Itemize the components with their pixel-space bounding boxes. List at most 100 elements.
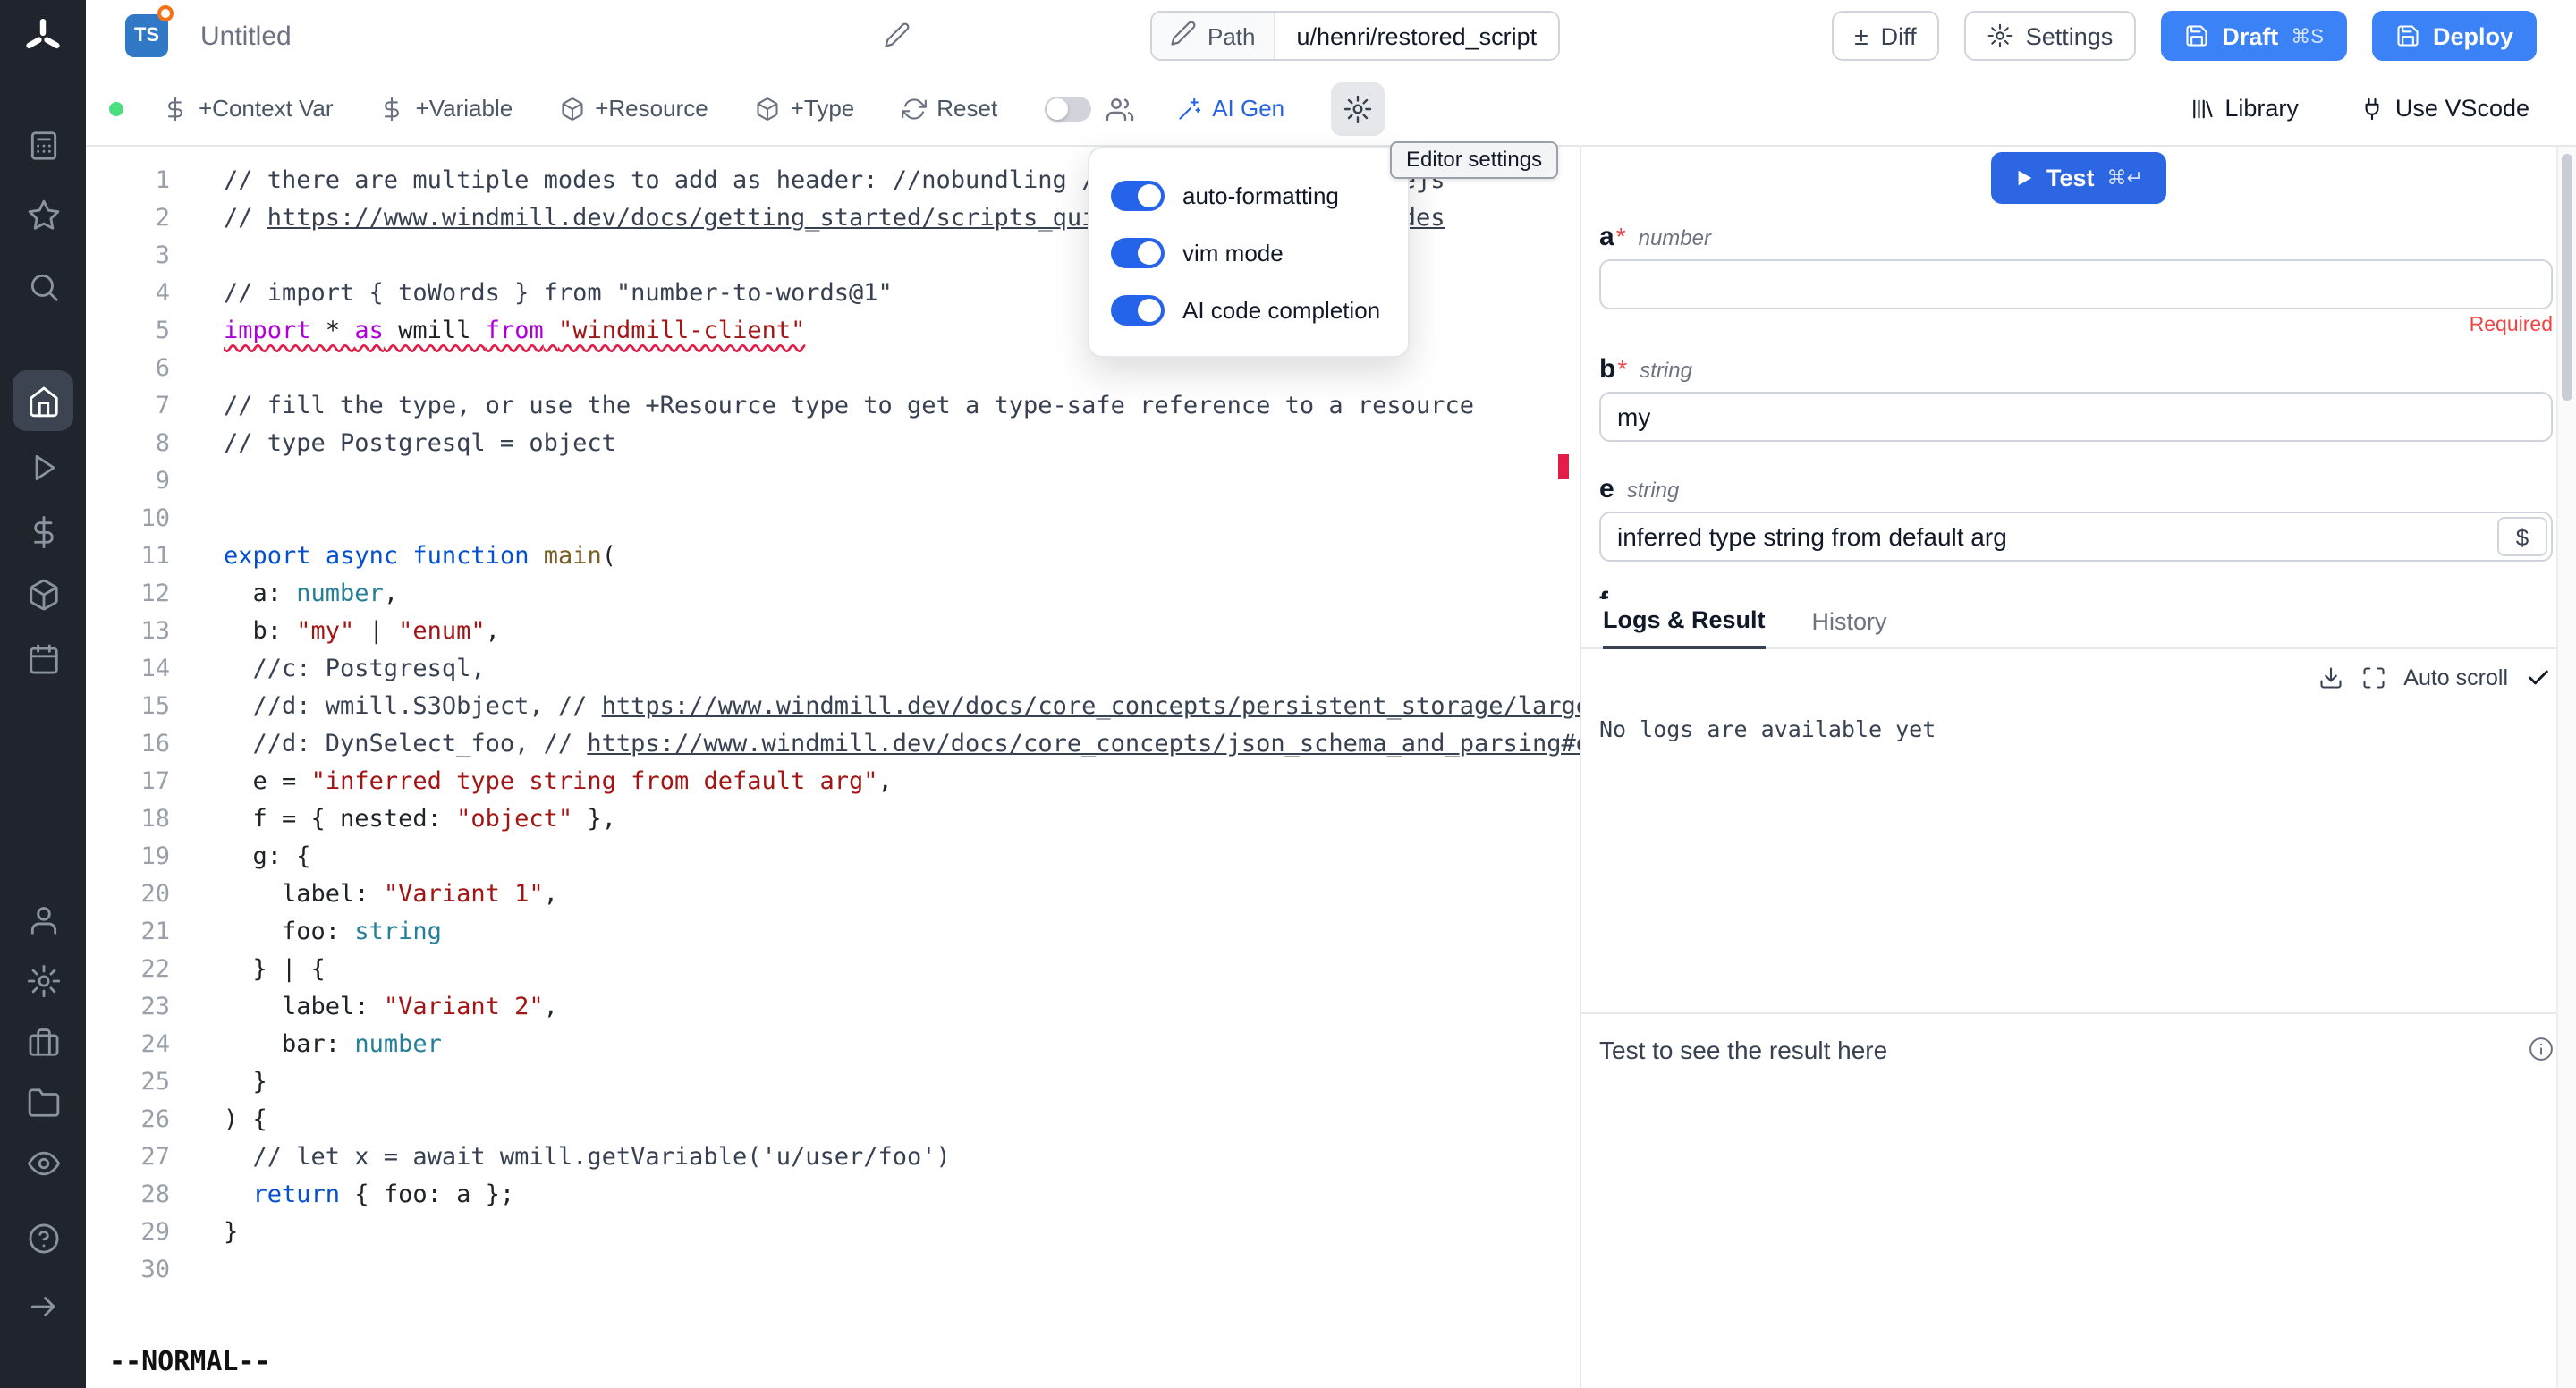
auto-formatting-toggle[interactable] <box>1111 180 1165 210</box>
code-line[interactable]: 16 //d: DynSelect_foo, // https://www.wi… <box>86 726 1580 764</box>
required-marker: * <box>1616 222 1626 250</box>
line-number: 22 <box>86 952 170 989</box>
use-vscode-button[interactable]: Use VScode <box>2360 95 2529 122</box>
code-line[interactable]: 12 a: number, <box>86 576 1580 614</box>
settings-button[interactable]: Settings <box>1965 11 2137 61</box>
panel-scrollbar[interactable] <box>2556 147 2576 1388</box>
tab-logs-result[interactable]: Logs & Result <box>1603 606 1766 649</box>
settings-gear-icon[interactable] <box>25 962 61 998</box>
field-e-input[interactable] <box>1599 512 2553 562</box>
add-resource-button[interactable]: +Resource <box>559 95 708 122</box>
code-line[interactable]: 25 } <box>86 1064 1580 1102</box>
auto-formatting-label: auto-formatting <box>1182 182 1339 208</box>
field-a-input[interactable] <box>1599 259 2553 309</box>
line-number: 17 <box>86 764 170 801</box>
user-icon[interactable] <box>25 901 61 937</box>
line-number: 11 <box>86 538 170 576</box>
code-line[interactable]: 21 foo: string <box>86 914 1580 952</box>
line-number: 10 <box>86 501 170 538</box>
code-line[interactable]: 29} <box>86 1214 1580 1252</box>
favorites-star-icon[interactable] <box>25 197 61 233</box>
search-icon[interactable] <box>25 268 61 304</box>
editor-toolbar: +Context Var +Variable +Resource +Type R… <box>86 72 2576 147</box>
type-label: +Type <box>791 95 855 122</box>
info-icon[interactable] <box>2528 1036 2555 1062</box>
field-b-type: string <box>1640 358 1692 383</box>
code-line[interactable]: 26) { <box>86 1102 1580 1139</box>
ai-completion-toggle[interactable] <box>1111 294 1165 325</box>
logs-area: Auto scroll No logs are available yet <box>1581 649 2576 1012</box>
line-number: 25 <box>86 1064 170 1102</box>
deploy-button[interactable]: Deploy <box>2372 11 2537 61</box>
code-line[interactable]: 22 } | { <box>86 952 1580 989</box>
line-number: 29 <box>86 1214 170 1252</box>
code-line[interactable]: 13 b: "my" | "enum", <box>86 614 1580 651</box>
edit-summary-pencil-icon[interactable] <box>884 21 911 57</box>
multiplayer-users-icon <box>1105 94 1133 123</box>
vim-mode-toggle[interactable] <box>1111 237 1165 267</box>
code-line[interactable]: 11export async function main( <box>86 538 1580 576</box>
line-number: 18 <box>86 801 170 839</box>
code-line[interactable]: 10 <box>86 501 1580 538</box>
code-line[interactable]: 28 return { foo: a }; <box>86 1177 1580 1214</box>
help-icon[interactable] <box>25 1220 61 1256</box>
code-line[interactable]: 30 <box>86 1252 1580 1290</box>
code-line[interactable]: 15 //d: wmill.S3Object, // https://www.w… <box>86 689 1580 726</box>
code-line[interactable]: 23 label: "Variant 2", <box>86 989 1580 1027</box>
code-line[interactable]: 7// fill the type, or use the +Resource … <box>86 388 1580 426</box>
code-line[interactable]: 18 f = { nested: "object" }, <box>86 801 1580 839</box>
add-context-var-button[interactable]: +Context Var <box>163 95 334 122</box>
line-number: 20 <box>86 876 170 914</box>
apps-icon[interactable] <box>25 127 61 163</box>
diff-label: Diff <box>1881 22 1917 49</box>
expand-sidebar-arrow-icon[interactable] <box>25 1288 61 1324</box>
tab-history[interactable]: History <box>1812 608 1887 647</box>
topbar: TS Untitled Path u/henri/restored_script… <box>86 0 2576 72</box>
download-logs-icon[interactable] <box>2318 665 2343 690</box>
diff-button[interactable]: ± Diff <box>1831 11 1939 61</box>
resources-box-icon[interactable] <box>25 576 61 612</box>
line-number: 21 <box>86 914 170 952</box>
code-line[interactable]: 19 g: { <box>86 839 1580 876</box>
settings-label: Settings <box>2026 22 2114 49</box>
windmill-logo-icon[interactable] <box>21 16 64 59</box>
code-line[interactable]: 17 e = "inferred type string from defaul… <box>86 764 1580 801</box>
multiplayer-toggle[interactable] <box>1044 96 1090 121</box>
runs-icon[interactable] <box>25 449 61 485</box>
refresh-icon <box>901 96 926 121</box>
test-button[interactable]: Test ⌘↵ <box>1991 152 2166 204</box>
add-type-button[interactable]: +Type <box>755 95 855 122</box>
ai-gen-button[interactable]: AI Gen <box>1176 95 1284 122</box>
line-number: 5 <box>86 313 170 351</box>
folders-icon[interactable] <box>25 1084 61 1120</box>
home-icon[interactable] <box>13 370 73 431</box>
draft-button[interactable]: Draft ⌘S <box>2161 11 2347 61</box>
line-number: 16 <box>86 726 170 764</box>
code-line[interactable]: 9 <box>86 463 1580 501</box>
code-line[interactable]: 24 bar: number <box>86 1027 1580 1064</box>
field-b-input[interactable] <box>1599 392 2553 442</box>
code-line[interactable]: 14 //c: Postgresql, <box>86 651 1580 689</box>
expand-logs-icon[interactable] <box>2360 665 2385 690</box>
auto-scroll-check-icon[interactable] <box>2526 665 2551 690</box>
schedules-calendar-icon[interactable] <box>25 640 61 676</box>
code-line[interactable]: 27 // let x = await wmill.getVariable('u… <box>86 1139 1580 1177</box>
add-variable-button[interactable]: +Variable <box>380 95 513 122</box>
workers-briefcase-icon[interactable] <box>25 1023 61 1059</box>
line-number: 28 <box>86 1177 170 1214</box>
test-label: Test <box>2046 165 2095 191</box>
path-edit-button[interactable]: Path <box>1152 13 1275 59</box>
path-chip[interactable]: Path u/henri/restored_script <box>1150 11 1560 61</box>
library-button[interactable]: Library <box>2189 95 2299 122</box>
editor-settings-button[interactable] <box>1331 81 1385 135</box>
code-line[interactable]: 8// type Postgresql = object <box>86 426 1580 463</box>
scrollbar-thumb[interactable] <box>2562 154 2572 401</box>
editor-settings-dropdown: auto-formatting vim mode AI code complet… <box>1088 147 1410 358</box>
variables-icon[interactable] <box>25 513 61 549</box>
field-e-var-picker-button[interactable]: $ <box>2497 517 2547 556</box>
reset-button[interactable]: Reset <box>901 95 997 122</box>
code-line[interactable]: 20 label: "Variant 1", <box>86 876 1580 914</box>
audit-eye-icon[interactable] <box>25 1145 61 1181</box>
path-value[interactable]: u/henri/restored_script <box>1275 22 1559 49</box>
diff-icon: ± <box>1854 23 1868 48</box>
